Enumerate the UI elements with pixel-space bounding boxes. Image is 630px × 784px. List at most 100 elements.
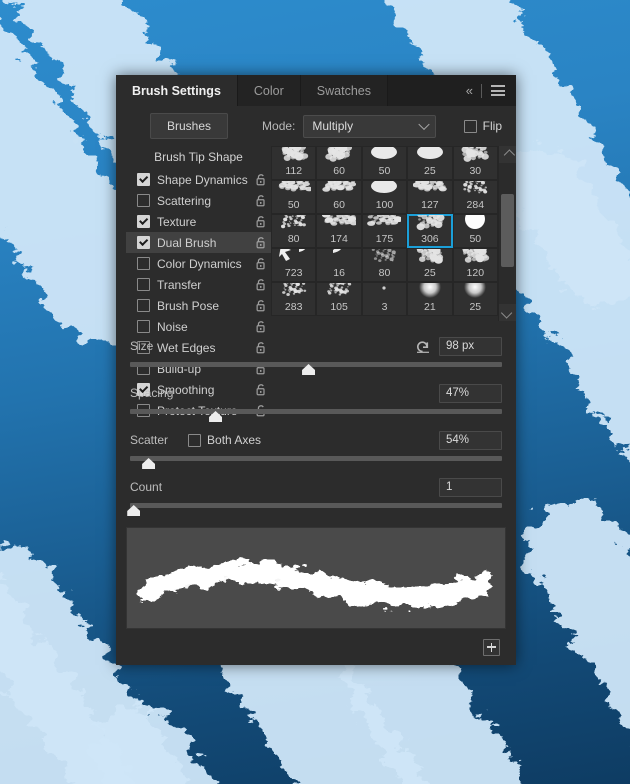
unlock-icon[interactable] [255, 236, 267, 249]
unlock-icon[interactable] [255, 194, 267, 207]
brush-tip-shape-header[interactable]: Brush Tip Shape [126, 146, 271, 169]
control-value-field[interactable]: 98 px [439, 336, 502, 356]
brush-size-label: 723 [284, 266, 303, 279]
sidebar-item-color-dynamics[interactable]: Color Dynamics [126, 253, 271, 274]
control-value-field[interactable]: 54% [439, 430, 502, 450]
unlock-icon[interactable] [255, 341, 267, 354]
brush-preset-cell[interactable]: 50 [361, 146, 408, 180]
brush-preset-cell[interactable]: 3 [361, 282, 408, 316]
unlock-icon[interactable] [255, 173, 267, 186]
brush-preset-cell[interactable]: 112 [271, 146, 317, 180]
brushes-button[interactable]: Brushes [150, 113, 229, 139]
brush-preset-cell[interactable]: 723 [271, 248, 317, 282]
scroll-up-icon[interactable] [499, 146, 516, 163]
brush-preset-cell[interactable]: 50 [271, 180, 317, 214]
tab-brush-settings[interactable]: Brush Settings [116, 75, 238, 106]
tab-swatches[interactable]: Swatches [300, 75, 388, 106]
unlock-icon[interactable] [255, 257, 267, 270]
brush-preset-cell[interactable]: 25 [407, 146, 453, 180]
lock-toggle[interactable] [255, 236, 267, 249]
lock-toggle[interactable] [255, 173, 267, 186]
sidebar-item-label: Brush Pose [157, 298, 220, 313]
lock-toggle[interactable] [255, 383, 267, 396]
plus-icon[interactable] [483, 638, 500, 656]
sidebar-item-dual-brush[interactable]: Dual Brush [126, 232, 271, 253]
mode-select-value: Multiply [312, 119, 354, 133]
panel-header-icons: « [459, 75, 516, 106]
brush-preset-cell[interactable]: 16 [316, 248, 362, 282]
brush-preset-cell[interactable]: 30 [452, 146, 498, 180]
lock-toggle[interactable] [255, 278, 267, 291]
brush-preset-grid[interactable]: 112 60 50 25 30 50 60 100 127 284 80 174 175 306 50 723… [271, 146, 498, 321]
brush-preset-cell[interactable]: 284 [452, 180, 498, 214]
unlock-icon[interactable] [255, 299, 267, 312]
header-divider [481, 83, 482, 98]
scrollbar-track[interactable] [499, 163, 516, 304]
brush-preset-cell[interactable]: 105 [316, 282, 362, 316]
scroll-down-icon[interactable] [499, 304, 516, 321]
lock-toggle[interactable] [255, 341, 267, 354]
brush-preset-cell[interactable]: 60 [316, 146, 362, 180]
brush-preset-cell[interactable]: 25 [452, 282, 498, 316]
mode-select[interactable]: Multiply [303, 114, 437, 138]
control-slider[interactable] [130, 360, 502, 376]
checkbox-color-dynamics[interactable] [137, 257, 150, 270]
sidebar-item-shape-dynamics[interactable]: Shape Dynamics [126, 169, 271, 190]
sidebar-item-scattering[interactable]: Scattering [126, 190, 271, 211]
both-axes-toggle[interactable]: Both Axes [188, 433, 261, 447]
sidebar-item-brush-pose[interactable]: Brush Pose [126, 295, 271, 316]
lock-toggle[interactable] [255, 299, 267, 312]
control-value-field[interactable]: 1 [439, 477, 502, 497]
control-slider[interactable] [130, 407, 502, 423]
collapse-icon[interactable]: « [466, 83, 473, 98]
lock-toggle[interactable] [255, 215, 267, 228]
brush-preset-cell[interactable]: 120 [452, 248, 498, 282]
reset-icon[interactable] [415, 338, 431, 354]
checkbox-texture[interactable] [137, 215, 150, 228]
brush-size-label: 21 [424, 300, 436, 313]
unlock-icon[interactable] [255, 383, 267, 396]
brush-preset-cell[interactable]: 100 [361, 180, 408, 214]
lock-toggle[interactable] [255, 194, 267, 207]
control-label: Count [130, 480, 163, 494]
brush-thumbnail-solid-dome [408, 147, 451, 164]
flip-checkbox[interactable] [463, 119, 477, 133]
unlock-icon[interactable] [255, 215, 267, 228]
brush-preset-cell[interactable]: 127 [407, 180, 453, 214]
control-value-field[interactable]: 47% [439, 383, 502, 403]
checkbox-brush-pose[interactable] [137, 299, 150, 312]
checkbox-scattering[interactable] [137, 194, 150, 207]
brush-preset-cell[interactable]: 80 [271, 214, 317, 248]
checkbox-transfer[interactable] [137, 278, 150, 291]
brush-preset-cell[interactable]: 283 [271, 282, 317, 316]
panel-tab-bar: Brush Settings Color Swatches « [116, 75, 516, 106]
control-slider[interactable] [130, 454, 502, 470]
scrollbar-thumb[interactable] [501, 194, 514, 268]
brush-preset-cell[interactable]: 21 [407, 282, 453, 316]
brush-thumbnail-rough-streak [317, 181, 360, 198]
brush-preset-cell[interactable]: 60 [316, 180, 362, 214]
brush-thumbnail-arrow-bird [272, 249, 315, 266]
brush-preset-cell[interactable]: 306 [407, 214, 453, 248]
brush-thumbnail-solid-blob [363, 181, 406, 198]
checkbox-dual-brush[interactable] [137, 236, 150, 249]
checkbox-shape-dynamics[interactable] [137, 173, 150, 186]
brush-preset-cell[interactable]: 174 [316, 214, 362, 248]
control-slider[interactable] [127, 501, 502, 517]
brush-preset-cell[interactable]: 50 [452, 214, 498, 248]
brush-thumbnail-leaf-clump [408, 215, 451, 232]
brush-grid-scrollbar[interactable] [498, 146, 516, 321]
lock-toggle[interactable] [255, 257, 267, 270]
hamburger-menu-icon[interactable] [491, 85, 505, 96]
flip-toggle[interactable]: Flip [463, 119, 502, 133]
brush-preset-cell[interactable]: 25 [407, 248, 453, 282]
brush-preset-cell[interactable]: 80 [361, 248, 408, 282]
tab-color[interactable]: Color [237, 75, 301, 106]
lock-toggle[interactable] [255, 320, 267, 333]
both-axes-checkbox[interactable] [188, 433, 202, 447]
brush-preset-cell[interactable]: 175 [361, 214, 408, 248]
unlock-icon[interactable] [255, 278, 267, 291]
sidebar-item-texture[interactable]: Texture [126, 211, 271, 232]
unlock-icon[interactable] [255, 320, 267, 333]
sidebar-item-transfer[interactable]: Transfer [126, 274, 271, 295]
